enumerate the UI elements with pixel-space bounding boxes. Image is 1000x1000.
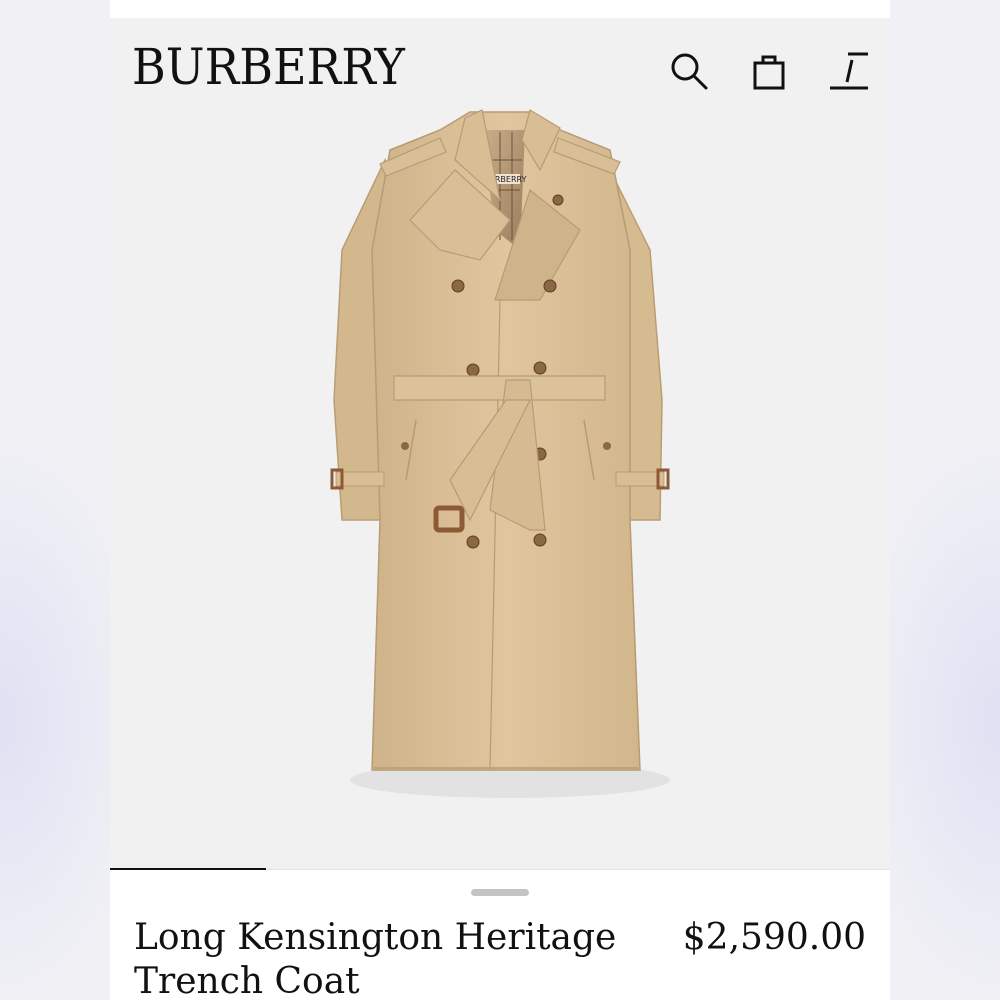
menu-button[interactable]: [826, 48, 872, 94]
top-strip: [110, 0, 890, 18]
menu-icon: [830, 52, 868, 90]
product-title-line-1: Long Kensington Heritage: [134, 917, 617, 958]
trench-coat-image: BURBERRY: [330, 109, 670, 798]
product-title-line-2: Trench Coat: [134, 961, 360, 1000]
app-screen: BURBERRY BURBERRY Long Kensington Herita…: [110, 0, 890, 1000]
search-button[interactable]: [666, 48, 712, 94]
shopping-bag-button[interactable]: [746, 48, 792, 94]
product-image[interactable]: BURBERRY: [110, 100, 890, 870]
product-price: $2,590.00: [682, 917, 866, 958]
product-info-sheet[interactable]: Long Kensington Heritage Trench Coat $2,…: [110, 870, 890, 1000]
sheet-drag-handle[interactable]: [471, 889, 529, 896]
brand-logo[interactable]: BURBERRY: [132, 38, 405, 96]
search-icon: [671, 53, 708, 90]
shopping-bag-icon: [753, 55, 785, 90]
left-backdrop: [0, 0, 110, 1000]
product-title: Long Kensington Heritage Trench Coat: [134, 916, 654, 1000]
right-backdrop: [890, 0, 1000, 1000]
